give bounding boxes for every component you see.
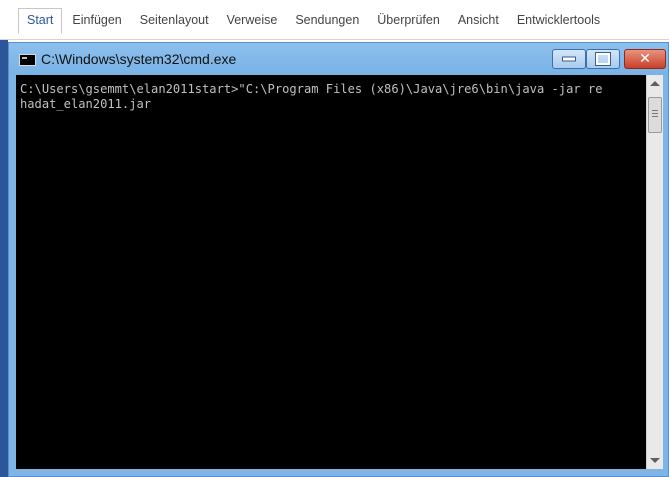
tab-ueberpruefen[interactable]: Überprüfen [369, 9, 448, 34]
console-icon [19, 54, 36, 66]
tab-start[interactable]: Start [18, 8, 63, 34]
vertical-scrollbar[interactable] [646, 75, 663, 469]
close-icon: ✕ [639, 51, 651, 67]
tab-verweise[interactable]: Verweise [219, 9, 286, 34]
scroll-up-icon[interactable] [650, 81, 660, 86]
tab-seitenlayout[interactable]: Seitenlayout [132, 9, 217, 34]
tab-entwicklertools[interactable]: Entwicklertools [509, 9, 608, 34]
minimize-icon [562, 56, 576, 62]
window-title: C:\Windows\system32\cmd.exe [41, 51, 237, 67]
tab-ansicht[interactable]: Ansicht [450, 9, 507, 34]
console-line: C:\Users\gsemmt\elan2011start>"C:\Progra… [20, 82, 603, 96]
tab-einfuegen[interactable]: Einfügen [64, 9, 129, 34]
ribbon-tabs: Start Einfügen Seitenlayout Verweise Sen… [18, 8, 610, 34]
minimize-button[interactable] [552, 49, 586, 69]
scroll-thumb[interactable] [648, 97, 662, 133]
window-titlebar[interactable]: C:\Windows\system32\cmd.exe ✕ [9, 43, 668, 75]
maximize-icon [595, 52, 611, 66]
cmd-window: C:\Windows\system32\cmd.exe ✕ C:\Users\g… [8, 42, 669, 477]
console-line: hadat_elan2011.jar [20, 97, 152, 111]
console-area[interactable]: C:\Users\gsemmt\elan2011start>"C:\Progra… [16, 75, 646, 469]
ribbon-tab-bar: Start Einfügen Seitenlayout Verweise Sen… [0, 0, 669, 40]
close-button[interactable]: ✕ [624, 49, 666, 69]
maximize-button[interactable] [586, 49, 620, 69]
word-accent-bar [0, 0, 8, 477]
scroll-down-icon[interactable] [650, 458, 660, 463]
console-output: C:\Users\gsemmt\elan2011start>"C:\Progra… [20, 82, 646, 112]
tab-sendungen[interactable]: Sendungen [287, 9, 367, 34]
